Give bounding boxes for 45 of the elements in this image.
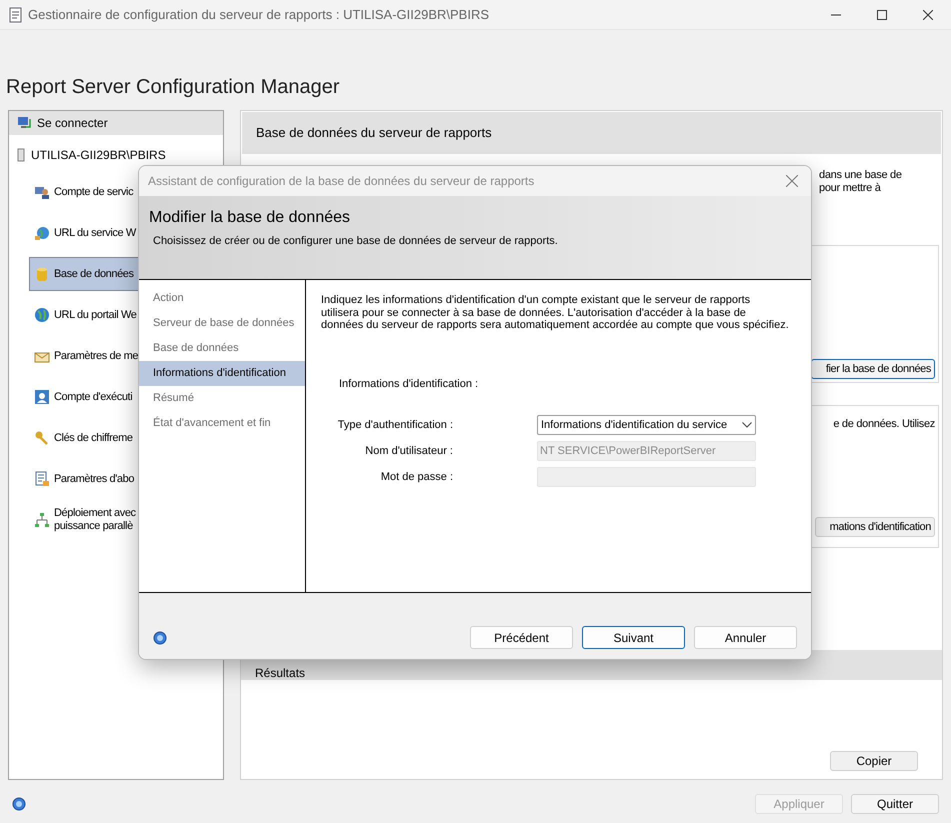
sidebar-item[interactable]: Paramètres d'abo xyxy=(29,462,223,496)
change-credentials-button[interactable]: mations d'identification xyxy=(814,517,935,537)
globe-icon xyxy=(34,307,50,323)
close-icon[interactable] xyxy=(923,10,933,20)
dialog-heading: Modifier la base de données xyxy=(149,208,352,228)
wizard-step[interactable]: Informations d'identification xyxy=(139,361,305,386)
intro-text: dans une base de xyxy=(819,169,902,182)
wizard-button[interactable]: Annuler xyxy=(694,626,797,649)
footer-button[interactable]: Quitter xyxy=(851,794,939,814)
user-computer-icon xyxy=(34,184,50,200)
dialog-title: Assistant de configuration de la base de données du serveur de rapports xyxy=(148,173,534,190)
change-database-button[interactable]: fier la base de données xyxy=(810,359,935,379)
wizard-step[interactable]: Base de données xyxy=(139,336,305,361)
field-label: Nom d'utilisateur : xyxy=(364,444,454,459)
wizard-button[interactable]: Précédent xyxy=(470,626,573,649)
chevron-down-icon xyxy=(742,422,752,428)
sidebar-item[interactable]: Déploiement avec puissance parallè xyxy=(29,503,223,537)
field-label: Type d'authentification : xyxy=(336,418,454,433)
document-icon xyxy=(34,471,50,487)
user-icon xyxy=(34,389,50,405)
credentials-text: e de données. Utilisez xyxy=(833,417,935,432)
intro-text: pour mettre à xyxy=(819,182,881,195)
app-icon xyxy=(8,6,24,22)
database-icon xyxy=(34,266,50,282)
authentication-dropdown[interactable]: Informations d'identification du service xyxy=(537,415,756,435)
app-title: Report Server Configuration Manager xyxy=(6,75,340,100)
computer-icon xyxy=(17,115,33,131)
wizard-button[interactable]: Suivant xyxy=(582,626,685,649)
wizard-step[interactable]: État d'avancement et fin xyxy=(139,411,305,436)
section-header: Base de données du serveur de rapports xyxy=(242,112,941,154)
globe-icon xyxy=(34,225,50,241)
copy-button[interactable]: Copier xyxy=(830,751,918,771)
section-label: Informations d'identification : xyxy=(339,376,480,392)
dialog-subheading: Choisissez de créer ou de configurer une base de données de serveur de rapports. xyxy=(153,234,559,249)
network-icon xyxy=(34,512,50,528)
wizard-step[interactable]: Serveur de base de données xyxy=(139,311,305,336)
wizard-step[interactable]: Résumé xyxy=(139,386,305,411)
results-header: Résultats xyxy=(255,667,306,680)
keys-icon xyxy=(34,430,50,446)
connect-button[interactable]: Se connecter xyxy=(9,111,223,135)
window-title: Gestionnaire de configuration du serveur de rapports : UTILISA-GII29BR\PBIRS xyxy=(28,6,490,24)
maximize-icon[interactable] xyxy=(877,10,887,20)
server-name: UTILISA-GII29BR\PBIRS xyxy=(31,147,166,164)
field-label: Mot de passe : xyxy=(380,470,454,485)
description-text: Indiquez les informations d'identification d'un compte existant que le serveur de rapports utilisera pour se connecter à sa base de données. L'autorisation d'accéder à la base de données du serveur de rapports sera automatiquement accordée au compte que vous spécifiez. xyxy=(321,294,790,332)
